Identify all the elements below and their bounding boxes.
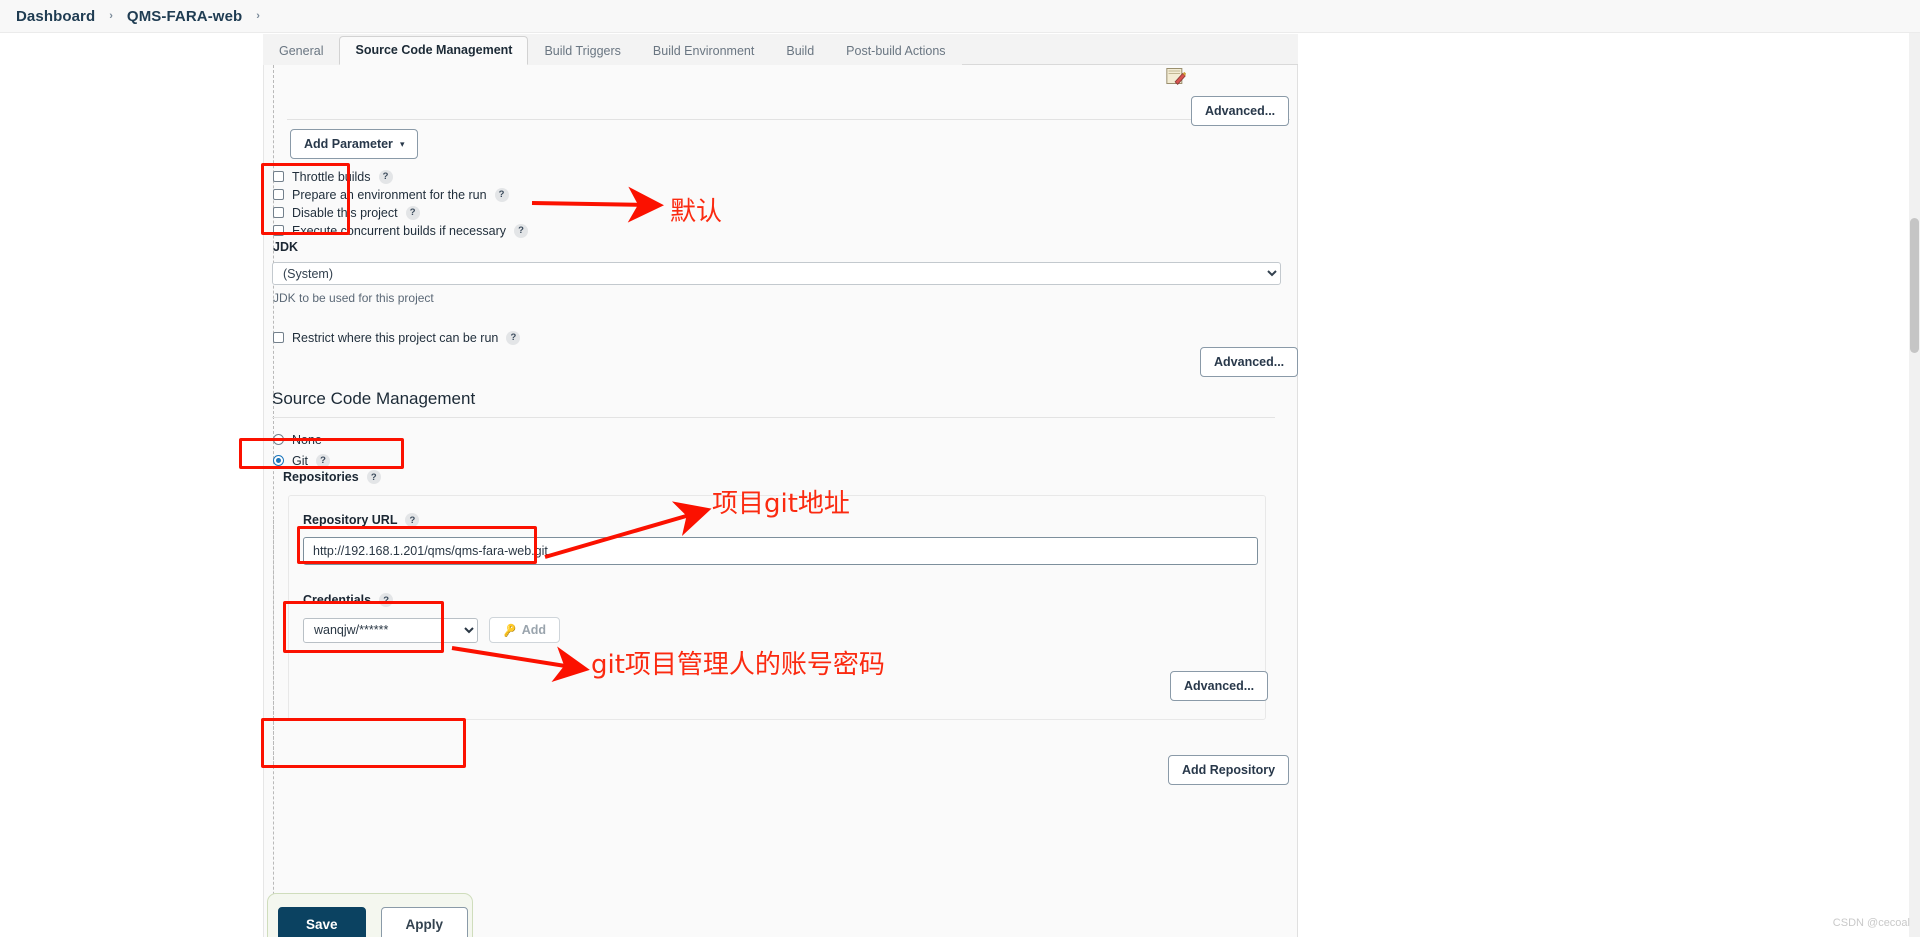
throttle-builds-checkbox[interactable] bbox=[273, 171, 284, 182]
scm-git-radio[interactable] bbox=[273, 455, 284, 466]
page-scrollbar[interactable] bbox=[1909, 33, 1920, 937]
scm-option-none[interactable]: None bbox=[273, 431, 330, 448]
repositories-label: Repositories bbox=[283, 470, 359, 484]
restrict-advanced-button[interactable]: Advanced... bbox=[1200, 347, 1299, 377]
scm-none-radio[interactable] bbox=[273, 434, 284, 445]
config-content-wrap: Add Parameter ▾ Advanced... Throttle bui… bbox=[263, 34, 1299, 937]
repository-url-input[interactable] bbox=[303, 537, 1258, 565]
help-icon[interactable]: ? bbox=[494, 187, 509, 202]
jdk-hint: JDK to be used for this project bbox=[273, 291, 434, 305]
restrict-row[interactable]: Restrict where this project can be run ? bbox=[273, 329, 521, 347]
restrict-where-label: Restrict where this project can be run bbox=[292, 330, 499, 345]
job-options-checkbox-group: Throttle builds ? Prepare an environment… bbox=[273, 168, 528, 240]
add-repository-button[interactable]: Add Repository bbox=[1168, 755, 1290, 785]
restrict-where-checkbox[interactable] bbox=[273, 332, 284, 343]
help-icon[interactable]: ? bbox=[379, 593, 394, 607]
jdk-label: JDK bbox=[273, 240, 299, 254]
jdk-select[interactable]: (System) bbox=[272, 262, 1281, 285]
scm-none-label: None bbox=[292, 432, 322, 447]
add-credentials-button[interactable]: 🔑 Add bbox=[489, 617, 561, 643]
concurrent-builds-label: Execute concurrent builds if necessary bbox=[292, 223, 506, 238]
help-icon[interactable]: ? bbox=[514, 223, 528, 238]
form-action-bar: Save Apply bbox=[267, 893, 473, 937]
help-icon[interactable]: ? bbox=[378, 169, 393, 184]
jenkins-job-config-page: Dashboard › QMS-FARA-web › General Sourc… bbox=[0, 0, 1920, 937]
scm-git-label: Git bbox=[292, 453, 308, 468]
scm-section-title: Source Code Management bbox=[272, 389, 476, 408]
add-parameter-button[interactable]: Add Parameter ▾ bbox=[290, 129, 419, 159]
repositories-label-row: Repositories ? bbox=[283, 470, 381, 484]
repository-url-input-wrap[interactable] bbox=[303, 537, 1258, 565]
key-icon: 🔑 bbox=[502, 623, 518, 638]
scm-section-divider bbox=[272, 417, 1275, 418]
prepare-environment-checkbox[interactable] bbox=[273, 189, 284, 200]
breadcrumb: Dashboard › QMS-FARA-web › bbox=[0, 0, 1920, 33]
apply-button[interactable]: Apply bbox=[380, 907, 469, 937]
repository-card: Repository URL ? Credentials ? wanqjw/**… bbox=[288, 495, 1269, 720]
disable-project-checkbox[interactable] bbox=[273, 207, 284, 218]
scm-radio-group: None Git ? bbox=[273, 431, 330, 470]
help-icon[interactable]: ? bbox=[315, 453, 330, 468]
scrollbar-thumb[interactable] bbox=[1910, 218, 1919, 353]
credentials-row: wanqjw/****** 🔑 Add bbox=[303, 617, 561, 643]
credentials-label-row: Credentials ? bbox=[303, 593, 394, 607]
add-parameter-label: Add Parameter bbox=[304, 137, 393, 151]
chevron-down-icon: ▾ bbox=[399, 138, 405, 149]
breadcrumb-item-job[interactable]: QMS-FARA-web bbox=[127, 8, 242, 25]
save-button[interactable]: Save bbox=[278, 907, 366, 937]
parameters-area bbox=[287, 65, 1290, 120]
help-icon[interactable]: ? bbox=[405, 513, 420, 527]
concurrent-builds-checkbox[interactable] bbox=[273, 225, 284, 236]
help-icon[interactable]: ? bbox=[405, 205, 420, 220]
jdk-select-wrap[interactable]: (System) bbox=[272, 262, 1281, 285]
help-icon[interactable]: ? bbox=[506, 330, 521, 345]
breadcrumb-separator-icon-2: › bbox=[256, 10, 260, 22]
scm-option-git[interactable]: Git ? bbox=[273, 452, 330, 469]
repository-advanced-button[interactable]: Advanced... bbox=[1170, 671, 1269, 701]
checkbox-row-prepare-environment[interactable]: Prepare an environment for the run ? bbox=[273, 186, 528, 203]
disable-project-label: Disable this project bbox=[292, 205, 398, 220]
throttle-builds-label: Throttle builds bbox=[292, 169, 371, 184]
checkbox-row-concurrent-builds[interactable]: Execute concurrent builds if necessary ? bbox=[273, 222, 528, 239]
repository-card-wrap: Repository URL ? Credentials ? wanqjw/**… bbox=[263, 495, 1298, 745]
credentials-select[interactable]: wanqjw/****** bbox=[303, 617, 478, 643]
parameters-advanced-button[interactable]: Advanced... bbox=[1191, 96, 1290, 126]
breadcrumb-separator-icon: › bbox=[109, 10, 113, 22]
add-credentials-label: Add bbox=[521, 623, 547, 637]
repository-url-label-row: Repository URL ? bbox=[303, 513, 420, 527]
checkbox-row-throttle-builds[interactable]: Throttle builds ? bbox=[273, 168, 528, 185]
config-content: Add Parameter ▾ Advanced... Throttle bui… bbox=[263, 65, 1299, 937]
credentials-label: Credentials bbox=[303, 593, 372, 607]
checkbox-row-disable-project[interactable]: Disable this project ? bbox=[273, 204, 528, 221]
watermark: CSDN @cecoal bbox=[1832, 917, 1910, 929]
repository-url-label: Repository URL bbox=[303, 513, 398, 527]
breadcrumb-item-dashboard[interactable]: Dashboard bbox=[16, 8, 95, 25]
prepare-environment-label: Prepare an environment for the run bbox=[292, 187, 487, 202]
help-icon[interactable]: ? bbox=[366, 470, 381, 484]
edit-pencil-icon bbox=[1166, 68, 1186, 85]
